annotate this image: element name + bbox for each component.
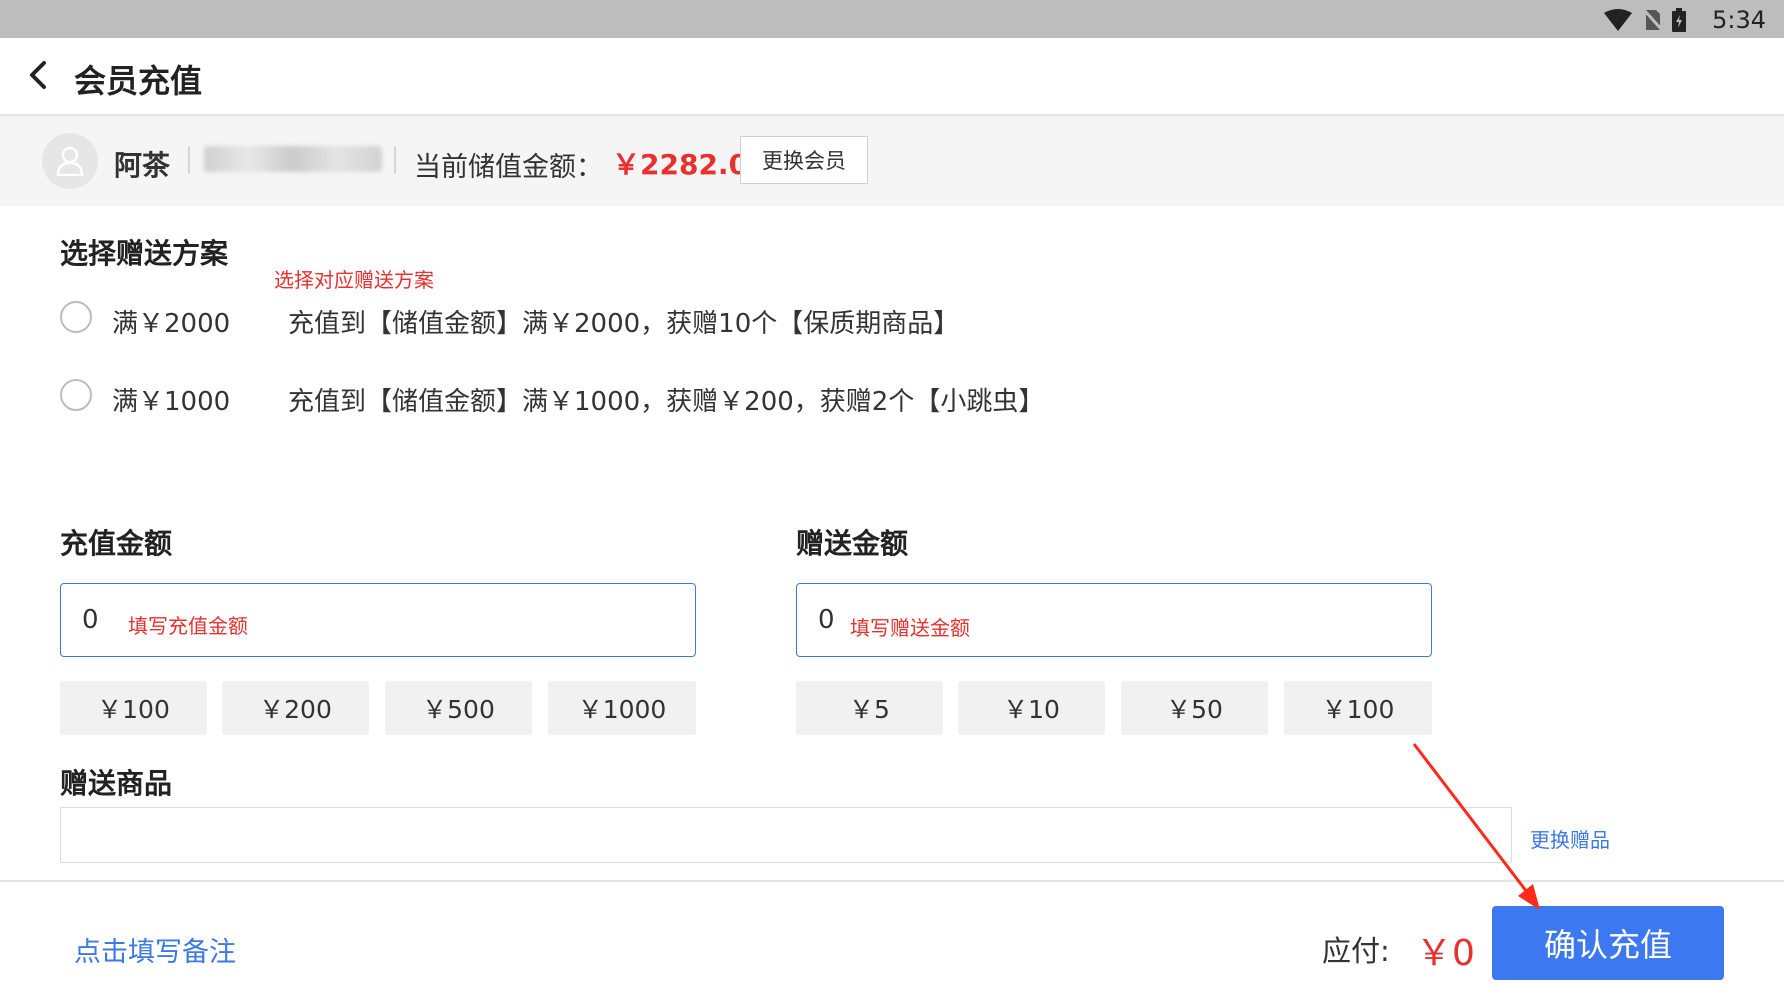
- recharge-amount-value: 0: [82, 605, 99, 635]
- divider: [188, 146, 190, 174]
- payable-label: 应付:: [1322, 934, 1390, 968]
- plan-description: 充值到【储值金额】满￥1000，获赠￥200，获赠2个【小跳虫】: [288, 387, 1045, 417]
- plan-description: 充值到【储值金额】满￥2000，获赠10个【保质期商品】: [288, 309, 960, 339]
- gift-goods-title: 赠送商品: [60, 767, 173, 800]
- user-icon: [56, 146, 84, 176]
- no-sim-icon: [1642, 8, 1662, 32]
- plan-name: 满￥2000: [112, 309, 231, 339]
- balance-label: 当前储值金额：: [414, 152, 603, 183]
- divider: [394, 146, 396, 174]
- plan-radio-1000[interactable]: [60, 379, 92, 411]
- blurred-phone-number: [204, 146, 382, 172]
- bonus-preset-5[interactable]: ￥5: [796, 681, 943, 735]
- bonus-preset-50[interactable]: ￥50: [1121, 681, 1268, 735]
- bonus-preset-100[interactable]: ￥100: [1284, 681, 1432, 735]
- bonus-amount-value: 0: [818, 605, 835, 635]
- bonus-preset-10[interactable]: ￥10: [958, 681, 1105, 735]
- recharge-amount-title: 充值金额: [60, 527, 173, 560]
- status-icons: [1604, 8, 1686, 32]
- confirm-recharge-button[interactable]: 确认充值: [1492, 906, 1724, 980]
- balance-value: ￥2282.0: [612, 148, 749, 181]
- change-gift-link[interactable]: 更换赠品: [1530, 824, 1610, 853]
- recharge-preset-1000[interactable]: ￥1000: [548, 681, 696, 735]
- recharge-amount-hint: 填写充值金额: [128, 614, 248, 638]
- status-bar: [0, 0, 1784, 38]
- gift-goods-field[interactable]: [60, 807, 1512, 863]
- avatar: [42, 133, 98, 189]
- plan-radio-2000[interactable]: [60, 301, 92, 333]
- back-arrow-icon[interactable]: [24, 60, 54, 90]
- wifi-icon: [1604, 9, 1632, 31]
- plan-name: 满￥1000: [112, 387, 231, 417]
- app-bar: [0, 38, 1784, 116]
- battery-icon: [1672, 8, 1686, 32]
- gift-plan-hint: 选择对应赠送方案: [274, 268, 434, 292]
- member-name: 阿茶: [114, 149, 171, 182]
- recharge-preset-500[interactable]: ￥500: [385, 681, 532, 735]
- page-title: 会员充值: [74, 62, 203, 100]
- divider: [0, 880, 1784, 882]
- bonus-amount-hint: 填写赠送金额: [850, 616, 970, 640]
- recharge-preset-200[interactable]: ￥200: [222, 681, 369, 735]
- gift-plan-title: 选择赠送方案: [60, 237, 229, 270]
- remark-link[interactable]: 点击填写备注: [74, 930, 236, 969]
- bonus-amount-title: 赠送金额: [796, 527, 909, 560]
- change-member-button[interactable]: 更换会员: [740, 136, 868, 184]
- recharge-preset-100[interactable]: ￥100: [60, 681, 207, 735]
- payable-value: ￥0: [1416, 933, 1475, 974]
- status-time: 5:34: [1712, 6, 1766, 34]
